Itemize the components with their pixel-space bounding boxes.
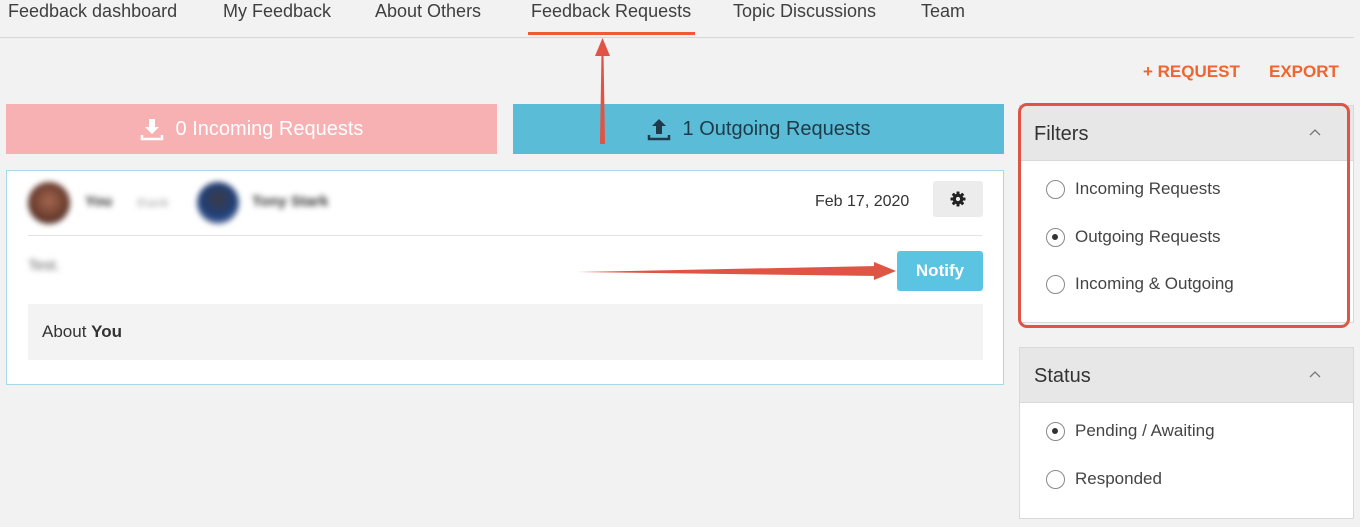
chevron-up-icon bbox=[1309, 371, 1321, 378]
settings-button[interactable] bbox=[933, 181, 983, 217]
nav-item-feedback-requests[interactable]: Feedback Requests bbox=[527, 1, 696, 35]
incoming-requests-tab[interactable]: 0 Incoming Requests bbox=[6, 104, 497, 154]
status-option-pending[interactable]: Pending / Awaiting bbox=[1046, 419, 1215, 443]
filters-highlight-box bbox=[1018, 103, 1350, 328]
status-header[interactable]: Status bbox=[1020, 348, 1353, 403]
nav-item-topic-discussions[interactable]: Topic Discussions bbox=[733, 1, 876, 22]
request-button[interactable]: + REQUEST bbox=[1143, 62, 1240, 82]
request-message: Test. bbox=[28, 257, 60, 274]
status-option-label: Responded bbox=[1075, 469, 1162, 488]
nav-item-feedback-dashboard[interactable]: Feedback dashboard bbox=[8, 1, 177, 22]
avatar-recipient bbox=[197, 182, 239, 224]
gear-icon bbox=[950, 191, 966, 207]
sender-name: You bbox=[85, 193, 113, 210]
about-target: You bbox=[91, 322, 123, 341]
card-divider bbox=[28, 235, 982, 236]
outgoing-requests-tab[interactable]: 1 Outgoing Requests bbox=[513, 104, 1004, 154]
about-box: About You bbox=[28, 304, 983, 360]
nav-item-about-others[interactable]: About Others bbox=[375, 1, 481, 22]
status-panel: Status Pending / Awaiting Responded bbox=[1019, 347, 1354, 519]
download-icon bbox=[140, 119, 163, 141]
status-title: Status bbox=[1034, 365, 1091, 387]
export-button[interactable]: EXPORT bbox=[1269, 62, 1339, 82]
recipient-name: Tony Stark bbox=[252, 193, 329, 210]
notify-button[interactable]: Notify bbox=[897, 251, 983, 291]
status-option-label: Pending / Awaiting bbox=[1075, 421, 1215, 440]
nav-item-my-feedback[interactable]: My Feedback bbox=[223, 1, 331, 22]
radio-button[interactable] bbox=[1046, 421, 1065, 441]
avatar-sender bbox=[28, 182, 70, 224]
radio-button[interactable] bbox=[1046, 469, 1065, 489]
nav-item-team[interactable]: Team bbox=[921, 1, 965, 22]
incoming-requests-label: 0 Incoming Requests bbox=[175, 117, 364, 140]
status-option-responded[interactable]: Responded bbox=[1046, 467, 1162, 491]
relation-verb: thank bbox=[137, 195, 169, 210]
about-prefix: About bbox=[42, 322, 87, 341]
request-card: You thank Tony Stark Feb 17, 2020 Test. … bbox=[6, 170, 1004, 385]
top-nav: Feedback dashboard My Feedback About Oth… bbox=[0, 0, 1354, 38]
request-date: Feb 17, 2020 bbox=[815, 193, 910, 210]
outgoing-requests-label: 1 Outgoing Requests bbox=[682, 117, 871, 140]
upload-icon bbox=[647, 119, 670, 141]
